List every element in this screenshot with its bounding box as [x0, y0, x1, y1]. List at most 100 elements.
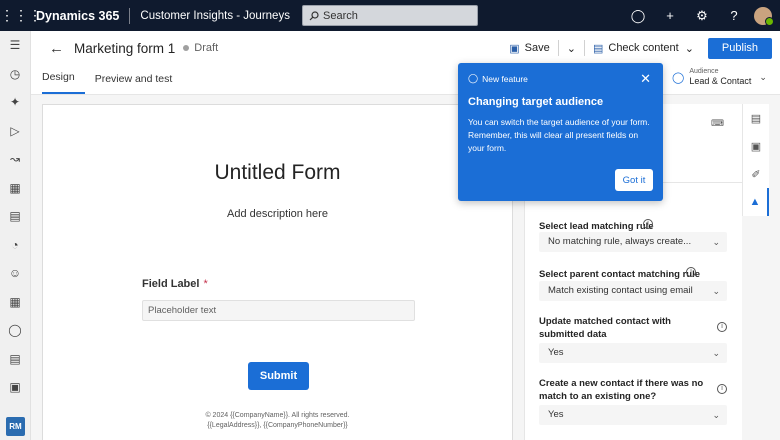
check-content-button[interactable]: ▤ Check content ⌄: [587, 37, 700, 59]
save-button[interactable]: ▣ Save: [503, 37, 555, 59]
add-element-icon[interactable]: ▤: [743, 104, 769, 132]
form-field-input[interactable]: Placeholder text: [142, 300, 415, 321]
popup-heading: Changing target audience: [468, 96, 604, 108]
feature-badge-label: New feature: [482, 73, 528, 84]
lightbulb-icon[interactable]: ◯: [622, 8, 654, 24]
tab-preview-and-test[interactable]: Preview and test: [85, 73, 183, 94]
info-icon[interactable]: i: [717, 384, 727, 394]
required-marker: *: [203, 278, 208, 290]
document-check-icon: ▤: [592, 42, 604, 55]
menu-icon[interactable]: ☰: [0, 31, 30, 60]
divider: [557, 40, 559, 56]
lead-rule-label: Select lead matching rule: [539, 221, 654, 232]
form-description[interactable]: Add description here: [43, 208, 512, 220]
audience-icon: ◯: [672, 71, 685, 84]
footer-line-1: © 2024 {{CompanyName}}. All rights reser…: [205, 412, 350, 419]
save-label: Save: [524, 42, 550, 54]
footer-line-2: {{LegalAddress}}, {{CompanyPhoneNumber}}: [207, 422, 348, 429]
play-icon[interactable]: ▷: [0, 117, 30, 146]
app-launcher-icon[interactable]: ⋮⋮⋮: [0, 7, 42, 24]
assets-icon[interactable]: ▣: [0, 373, 30, 402]
user-avatar[interactable]: [754, 6, 774, 26]
info-icon[interactable]: i: [717, 322, 727, 332]
lead-rule-value: No matching rule, always create...: [548, 236, 692, 247]
divider: [129, 7, 131, 24]
leads-icon[interactable]: ▦: [0, 288, 30, 317]
audience-value: Lead & Contact: [689, 76, 752, 86]
create-contact-section: Create a new contact if there was no mat…: [539, 377, 704, 403]
audience-settings-icon[interactable]: ▲: [743, 188, 769, 216]
save-icon: ▣: [509, 42, 520, 55]
submit-button[interactable]: Submit: [248, 362, 309, 390]
field-label-text: Field Label: [142, 278, 200, 290]
brand-name[interactable]: Dynamics 365: [36, 9, 119, 23]
form-footer[interactable]: © 2024 {{CompanyName}}. All rights reser…: [43, 411, 512, 431]
audience-selector[interactable]: ◯ Audience Lead & Contact ⌄: [672, 68, 767, 86]
update-contact-label: Update matched contact with submitted da…: [539, 316, 671, 340]
lightbulb-icon: ◯: [468, 73, 479, 83]
journeys-icon[interactable]: ↝: [0, 145, 30, 174]
brush-icon[interactable]: ✐: [743, 160, 769, 188]
settings-icon[interactable]: ⚙: [686, 8, 718, 24]
chevron-down-icon: ⌄: [712, 286, 720, 296]
top-bar: ⋮⋮⋮ Dynamics 365 Customer Insights - Jou…: [0, 0, 780, 31]
app-name[interactable]: Customer Insights - Journeys: [140, 10, 290, 22]
got-it-button[interactable]: Got it: [615, 169, 653, 191]
layout-icon[interactable]: ▣: [743, 132, 769, 160]
contact-rule-value: Match existing contact using email: [548, 285, 693, 296]
chevron-down-icon: ⌄: [712, 410, 720, 420]
tab-design[interactable]: Design: [42, 71, 85, 94]
chevron-down-icon: ⌄: [712, 348, 720, 358]
popup-body: You can switch the target audience of yo…: [468, 117, 650, 153]
create-contact-label: Create a new contact if there was no mat…: [539, 378, 704, 402]
lead-rule-section: Select lead matching rule i: [539, 218, 727, 233]
tab-bar: Design Preview and test: [31, 65, 780, 95]
contact-rule-label: Select parent contact matching rule: [539, 269, 701, 280]
search-icon: [309, 10, 319, 20]
search-placeholder: Search: [323, 9, 358, 22]
form-heading[interactable]: Untitled Form: [43, 161, 512, 185]
update-contact-value: Yes: [548, 347, 564, 358]
contact-rule-dropdown[interactable]: Match existing contact using email ⌄: [539, 281, 727, 301]
analytics-icon[interactable]: ◯: [0, 316, 30, 345]
chevron-down-icon: ⌄: [684, 42, 694, 55]
create-contact-value: Yes: [548, 409, 564, 420]
feature-badge: ◯ New feature: [468, 73, 528, 84]
command-bar: ← Marketing form 1 Draft ▣ Save ⌄ ▤ Chec…: [31, 31, 780, 65]
help-icon[interactable]: ?: [718, 8, 750, 23]
close-icon[interactable]: ✕: [640, 71, 651, 87]
status-dot: [183, 45, 190, 51]
update-contact-section: Update matched contact with submitted da…: [539, 315, 699, 341]
check-content-label: Check content: [608, 42, 679, 54]
audience-caption: Audience: [689, 68, 719, 75]
documents-icon[interactable]: ▤: [0, 345, 30, 374]
building-icon[interactable]: ▦: [0, 174, 30, 203]
forms-icon[interactable]: ▤: [0, 202, 30, 231]
info-icon[interactable]: i: [686, 267, 696, 277]
add-icon[interactable]: +: [654, 8, 686, 23]
segments-icon[interactable]: ◔: [0, 231, 30, 260]
new-feature-popup: ◯ New feature ✕ Changing target audience…: [458, 63, 663, 201]
left-navigation: ☰ ◷ ✦ ▷ ↝ ▦ ▤ ◔ ☺ ▦ ◯ ▤ ▣ RM: [0, 31, 31, 440]
create-contact-dropdown[interactable]: Yes ⌄: [539, 405, 727, 425]
pin-icon[interactable]: ✦: [0, 88, 30, 117]
contact-rule-section: Select parent contact matching rule i: [539, 266, 727, 281]
field-label[interactable]: Field Label *: [142, 278, 208, 290]
recent-icon[interactable]: ◷: [0, 60, 30, 89]
form-title: Marketing form 1: [74, 40, 176, 56]
status-badge: Draft: [194, 42, 219, 54]
search-box[interactable]: Search: [302, 5, 478, 26]
right-toolbar: ▤ ▣ ✐ ▲: [742, 104, 769, 216]
form-canvas[interactable]: Untitled Form Add description here Field…: [42, 104, 513, 440]
back-arrow-icon[interactable]: ←: [49, 40, 69, 57]
save-options-chevron-icon[interactable]: ⌄: [561, 37, 582, 59]
lead-rule-dropdown[interactable]: No matching rule, always create... ⌄: [539, 232, 727, 252]
info-icon[interactable]: i: [643, 219, 653, 229]
update-contact-dropdown[interactable]: Yes ⌄: [539, 343, 727, 363]
chevron-down-icon: ⌄: [712, 237, 720, 247]
chevron-down-icon: ⌄: [759, 71, 767, 82]
keyboard-icon[interactable]: ⌨: [711, 118, 724, 129]
contacts-icon[interactable]: ☺: [0, 259, 30, 288]
user-initials-badge[interactable]: RM: [6, 417, 25, 436]
publish-button[interactable]: Publish: [707, 37, 772, 59]
